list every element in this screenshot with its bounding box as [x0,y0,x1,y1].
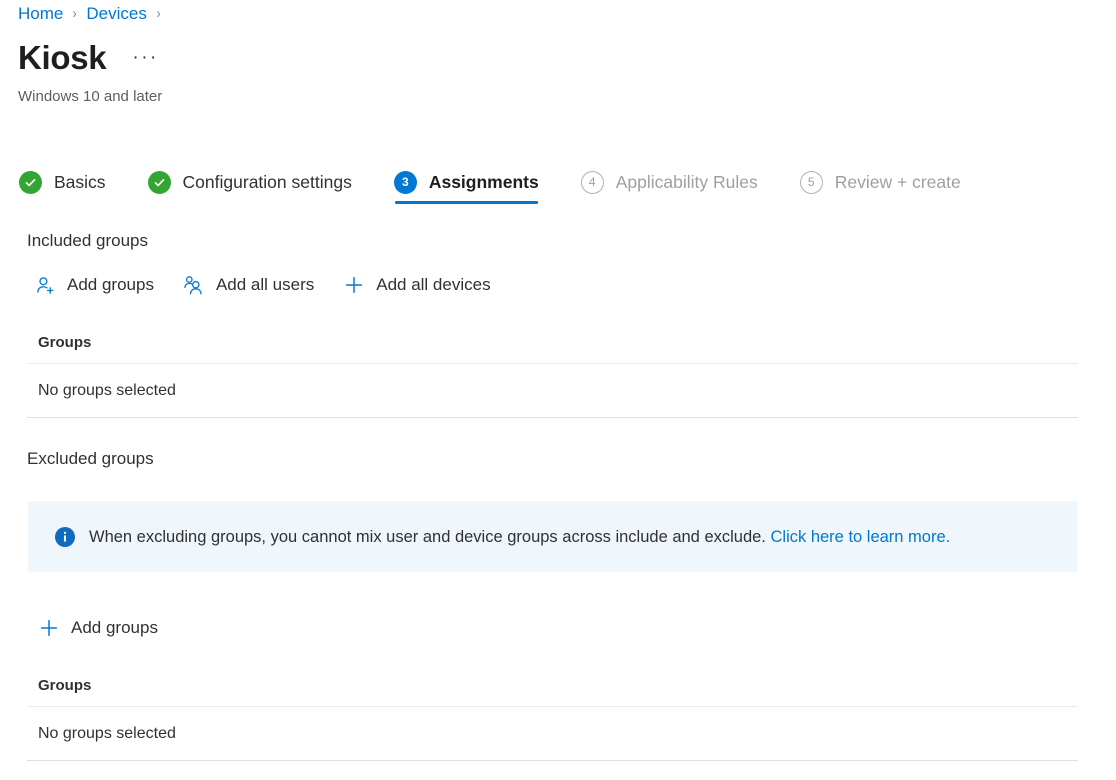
add-groups-button[interactable]: Add groups [34,272,154,298]
excluded-groups-grid: Groups No groups selected [27,671,1078,761]
tab-applicability-rules[interactable]: 4 Applicability Rules [581,160,758,204]
step-number-badge: 4 [581,171,604,194]
grid-column-header: Groups [27,328,1078,364]
wizard-tabs: Basics Configuration settings 3 Assignme… [19,160,961,206]
step-number-badge: 5 [800,171,823,194]
command-label: Add all devices [376,274,490,296]
person-add-icon [34,274,56,296]
grid-empty-row: No groups selected [27,707,1078,761]
command-label: Add all users [216,274,314,296]
active-tab-underline [395,201,538,204]
add-all-devices-button[interactable]: Add all devices [343,272,490,298]
tab-review-create[interactable]: 5 Review + create [800,160,961,204]
grid-empty-row: No groups selected [27,364,1078,418]
page-title: Kiosk [18,38,106,78]
tab-label: Assignments [429,171,539,193]
breadcrumb-item-devices[interactable]: Devices [86,3,146,25]
tab-label: Review + create [835,171,961,193]
command-label: Add groups [71,617,158,639]
chevron-right-icon: › [156,3,160,25]
page-subtitle: Windows 10 and later [18,87,162,107]
tab-label: Configuration settings [183,171,352,193]
exclusion-info-banner: When excluding groups, you cannot mix us… [28,501,1077,572]
title-row: Kiosk ··· [18,38,159,78]
add-all-users-button[interactable]: Add all users [183,272,314,298]
included-groups-commandbar: Add groups Add all users Add all devices [34,272,491,298]
grid-column-header: Groups [27,671,1078,707]
assignments-page: Home › Devices › Kiosk ··· Windows 10 an… [0,0,1116,780]
check-circle-icon [148,171,171,194]
learn-more-link[interactable]: Click here to learn more. [771,528,951,546]
plus-icon [38,617,60,639]
breadcrumb: Home › Devices › [18,3,170,25]
people-icon [183,274,205,296]
banner-text: When excluding groups, you cannot mix us… [89,526,950,548]
step-number-badge: 3 [394,171,417,194]
plus-icon [343,274,365,296]
chevron-right-icon: › [73,3,77,25]
banner-message: When excluding groups, you cannot mix us… [89,528,766,546]
excluded-groups-heading: Excluded groups [27,448,154,470]
tab-assignments[interactable]: 3 Assignments [394,160,539,204]
breadcrumb-item-home[interactable]: Home [18,3,63,25]
more-options-button[interactable]: ··· [132,51,158,65]
included-groups-grid: Groups No groups selected [27,328,1078,418]
check-circle-icon [19,171,42,194]
tab-configuration-settings[interactable]: Configuration settings [148,160,352,204]
command-label: Add groups [67,274,154,296]
exclude-add-groups-button[interactable]: Add groups [38,615,158,641]
tab-label: Applicability Rules [616,171,758,193]
excluded-groups-commandbar: Add groups [38,615,158,641]
tab-basics[interactable]: Basics [19,160,106,204]
tab-label: Basics [54,171,106,193]
info-icon [55,527,75,547]
included-groups-heading: Included groups [27,230,148,252]
